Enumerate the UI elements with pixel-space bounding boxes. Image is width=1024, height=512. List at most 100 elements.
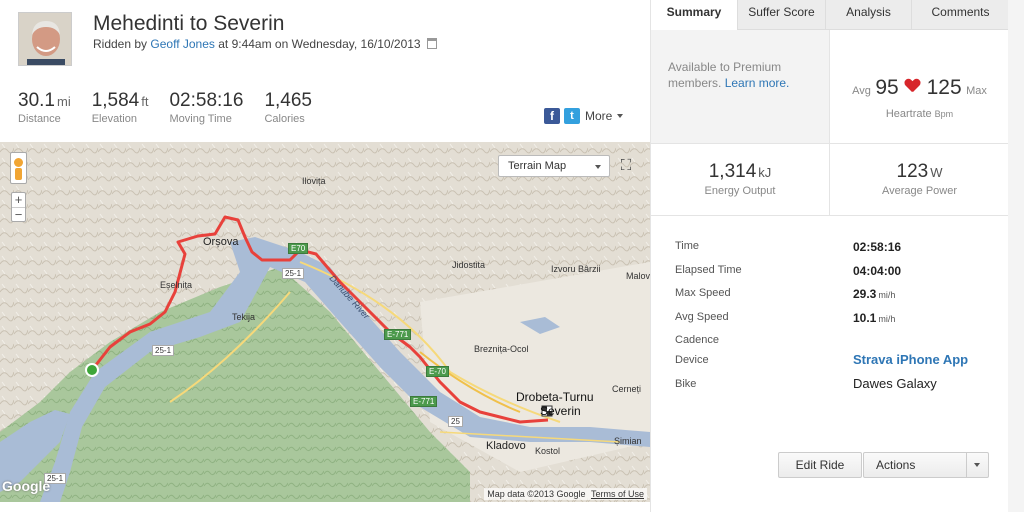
stat-distance: 30.1 mi Distance xyxy=(18,90,71,125)
route-map[interactable]: Orșova Ilovița Jidostita Izvoru Bârzii M… xyxy=(0,142,650,502)
details-table: Time 02:58:16 Elapsed Time 04:04:00 Max … xyxy=(675,238,995,399)
stat-value: 1,465 xyxy=(264,90,312,111)
hr-avg-label: Avg xyxy=(852,85,871,97)
actions-dropdown-toggle[interactable] xyxy=(966,453,988,477)
map-label-breznita: Breznița-Ocol xyxy=(474,344,529,354)
map-label-severin: Severin xyxy=(540,404,581,418)
stat-label: Elevation xyxy=(91,113,137,125)
detail-unit: mi/h xyxy=(878,290,896,300)
energy-unit: kJ xyxy=(758,165,772,180)
energy-label: Energy Output xyxy=(704,185,776,197)
tab-summary[interactable]: Summary xyxy=(651,0,737,30)
power-cell: 123 W Average Power xyxy=(829,144,1009,216)
map-label-izvoru-barzii: Izvoru Bârzii xyxy=(551,264,601,274)
tab-bar: Summary Suffer Score Analysis Comments xyxy=(651,0,1009,30)
road-shield: 25-1 xyxy=(282,268,305,279)
premium-notice: Available to Premium members. Learn more… xyxy=(651,30,829,144)
stat-calories: 1,465 Calories xyxy=(264,90,312,125)
facebook-icon[interactable]: f xyxy=(544,108,560,124)
chevron-down-icon xyxy=(617,114,624,118)
map-label-jidostita: Jidostita xyxy=(452,260,486,270)
detail-value: Dawes Galaxy xyxy=(853,375,937,391)
map-label-simian: Șimian xyxy=(614,436,642,446)
stats-bar: 30.1 mi Distance 1,584 ft Elevation 02:58:… xyxy=(18,90,333,125)
detail-key: Time xyxy=(675,240,700,252)
map-attribution: Map data ©2013 Google Terms of Use xyxy=(484,488,647,500)
activity-subtitle: Ridden by Geoff Jones at 9:44am on Wedne… xyxy=(93,37,437,51)
stat-value: 02:58:16 xyxy=(169,90,244,111)
detail-key: Avg Speed xyxy=(675,310,729,323)
road-shield: 25-1 xyxy=(152,345,175,356)
stat-label: Moving Time xyxy=(169,113,232,125)
road-shield: E70 xyxy=(288,243,309,254)
detail-row-elapsed: Elapsed Time 04:04:00 xyxy=(675,262,995,286)
map-type-select[interactable]: Terrain Map xyxy=(498,155,610,177)
detail-key: Cadence xyxy=(675,334,720,346)
heart-icon xyxy=(905,79,920,93)
fullscreen-icon[interactable]: ⛶ xyxy=(616,155,636,177)
detail-row-bike: Bike Dawes Galaxy xyxy=(675,376,995,400)
road-shield: 25 xyxy=(448,416,463,427)
energy-value: 1,314 xyxy=(708,161,757,182)
chevron-down-icon xyxy=(974,463,980,467)
terms-link[interactable]: Terms of Use xyxy=(591,489,644,499)
heartrate-cell: Avg 95 125 Max Heartrate Bpm xyxy=(829,30,1009,144)
stat-elevation: 1,584 ft Elevation xyxy=(92,90,149,125)
actions-button[interactable]: Actions xyxy=(863,452,989,478)
stat-value: 30.1 xyxy=(18,90,55,111)
zoom-in-button[interactable]: + xyxy=(12,193,25,207)
actions-label: Actions xyxy=(876,458,916,472)
stat-label: Distance xyxy=(18,113,61,125)
tab-suffer-score[interactable]: Suffer Score xyxy=(737,0,825,30)
learn-more-link[interactable]: Learn more. xyxy=(725,76,790,90)
map-label-drobeta: Drobeta-Turnu xyxy=(516,390,594,404)
detail-row-device: Device Strava iPhone App xyxy=(675,352,995,376)
stat-moving-time: 02:58:16 Moving Time xyxy=(169,90,243,125)
detail-row-avg-speed: Avg Speed 10.1 mi/h xyxy=(675,309,995,333)
athlete-avatar[interactable] xyxy=(18,12,72,66)
road-shield: E-70 xyxy=(426,366,449,377)
power-value: 123 xyxy=(896,161,929,182)
detail-row-cadence: Cadence xyxy=(675,332,995,352)
map-label-esenita: Eșelnița xyxy=(160,280,193,290)
summary-panel: Summary Suffer Score Analysis Comments A… xyxy=(650,0,1009,512)
hr-unit: Bpm xyxy=(934,109,954,119)
power-unit: W xyxy=(930,165,943,180)
ridden-by-text: Ridden by xyxy=(93,37,148,51)
edit-ride-button[interactable]: Edit Ride xyxy=(778,452,862,478)
street-view-pegman-icon[interactable] xyxy=(10,152,27,184)
device-link[interactable]: Strava iPhone App xyxy=(853,352,968,367)
detail-value: 02:58:16 xyxy=(853,240,902,254)
detail-value: 10.1 xyxy=(853,310,877,325)
map-label-kostol: Kostol xyxy=(535,446,561,456)
detail-value: 04:04:00 xyxy=(853,263,902,278)
page-scrollbar[interactable] xyxy=(1008,0,1024,512)
calendar-icon[interactable] xyxy=(426,38,437,49)
stat-value: 1,584 xyxy=(91,90,140,111)
detail-key: Max Speed xyxy=(675,287,731,299)
activity-title: Mehedinti to Severin xyxy=(93,12,285,35)
road-shield: E-771 xyxy=(410,396,438,407)
detail-row-max-speed: Max Speed 29.3 mi/h xyxy=(675,285,995,309)
google-logo[interactable]: Google xyxy=(2,478,50,494)
tab-analysis[interactable]: Analysis xyxy=(825,0,911,30)
detail-key: Elapsed Time xyxy=(675,263,742,276)
map-data-text: Map data ©2013 Google xyxy=(487,489,586,499)
tab-comments[interactable]: Comments xyxy=(911,0,1009,30)
map-label-kladovo: Kladovo xyxy=(486,440,526,452)
map-label-cerneti: Cerneți xyxy=(612,384,642,394)
stat-unit: ft xyxy=(141,94,149,109)
activity-datetime: at 9:44am on Wednesday, 16/10/2013 xyxy=(218,37,421,51)
zoom-control: + − xyxy=(11,192,26,222)
road-shield: E-771 xyxy=(384,329,412,340)
athlete-link[interactable]: Geoff Jones xyxy=(150,37,215,51)
detail-value: 29.3 xyxy=(853,287,877,301)
power-label: Average Power xyxy=(881,185,957,197)
detail-key: Device xyxy=(675,354,709,366)
more-share-button[interactable]: More xyxy=(585,109,624,123)
zoom-out-button[interactable]: − xyxy=(12,207,25,221)
twitter-icon[interactable]: t xyxy=(564,108,580,124)
hr-avg-value: 95 xyxy=(875,76,899,99)
map-label-ilovita: Ilovița xyxy=(302,176,326,186)
map-type-value: Terrain Map xyxy=(508,160,567,172)
